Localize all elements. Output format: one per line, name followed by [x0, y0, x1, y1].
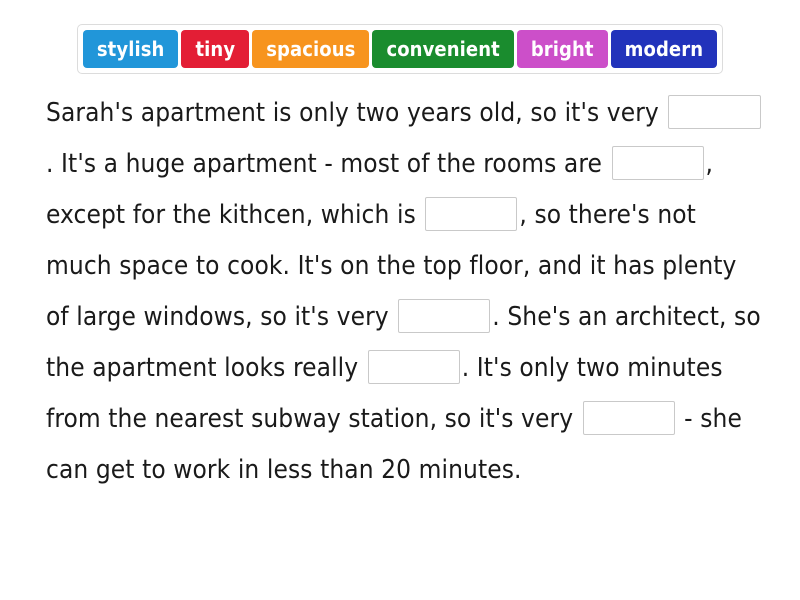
blank-dropzone-4[interactable] [398, 298, 491, 333]
wordbank-container: stylish tiny spacious convenient bright moder… [0, 24, 800, 74]
blank-dropzone-6[interactable] [582, 400, 675, 435]
wordbank: stylish tiny spacious convenient bright moder… [76, 24, 724, 74]
word-tile-stylish[interactable]: stylish [82, 30, 179, 68]
passage-text-run: . It's a huge apartment - most of the ro… [46, 149, 610, 179]
blank-dropzone-3[interactable] [425, 196, 518, 231]
word-tile-modern[interactable]: modern [610, 30, 718, 68]
word-tile-bright[interactable]: bright [516, 30, 608, 68]
blank-dropzone-2[interactable] [611, 145, 704, 180]
blank-dropzone-1[interactable] [668, 94, 762, 129]
word-tile-spacious[interactable]: spacious [252, 30, 370, 68]
word-tile-convenient[interactable]: convenient [372, 30, 514, 68]
word-tile-tiny[interactable]: tiny [181, 30, 250, 68]
blank-dropzone-5[interactable] [367, 349, 460, 384]
exercise-page: stylish tiny spacious convenient bright moder… [0, 0, 800, 600]
passage-text-run: Sarah's apartment is only two years old,… [46, 98, 667, 128]
passage-text: Sarah's apartment is only two years old,… [46, 88, 766, 496]
